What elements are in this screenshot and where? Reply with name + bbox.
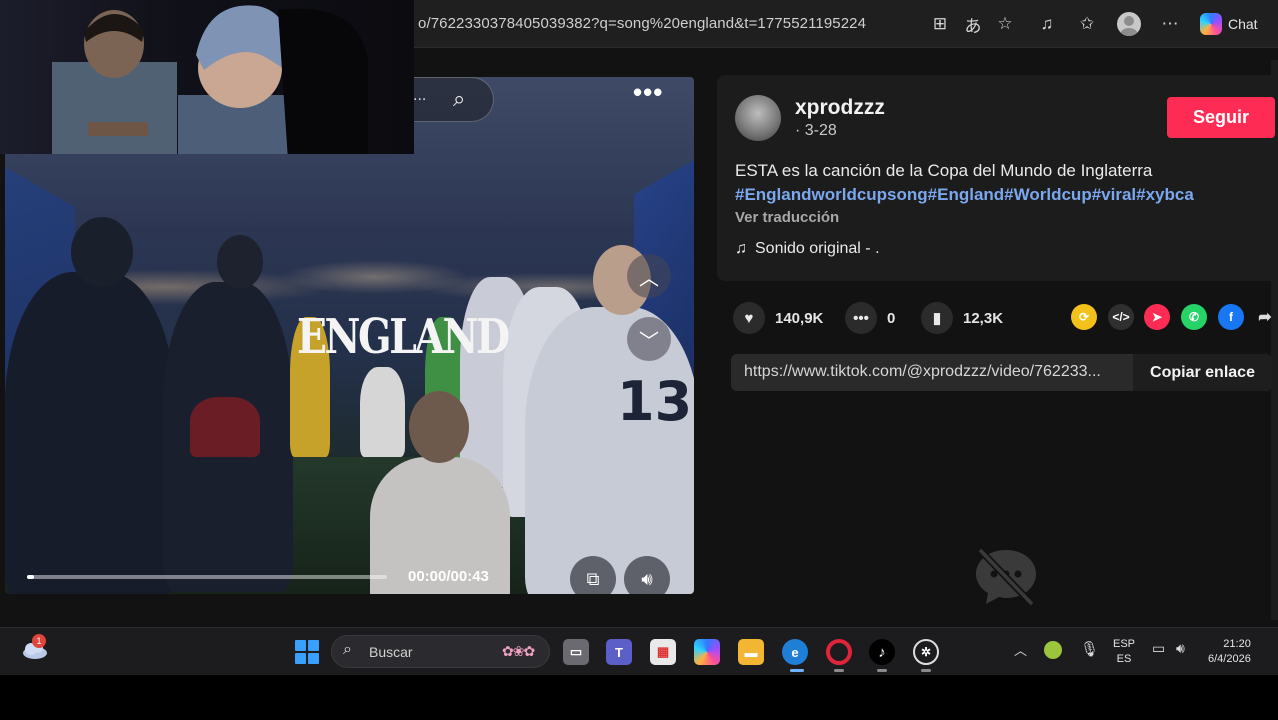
- search-icon[interactable]: ⌕: [453, 86, 465, 112]
- author-name[interactable]: xprodzzz: [795, 96, 885, 120]
- post-date: · 3-28: [795, 122, 837, 139]
- store-icon[interactable]: ▦: [650, 639, 676, 665]
- microphone-icon[interactable]: 🎙︎: [1080, 640, 1099, 658]
- comments-disabled-icon: [976, 547, 1036, 607]
- video-progress-fill: [27, 575, 35, 579]
- start-button[interactable]: [295, 640, 319, 664]
- tiktok-icon[interactable]: ♪: [869, 639, 895, 665]
- volume-icon[interactable]: 🔊︎: [1176, 640, 1185, 657]
- video-player[interactable]: ENGLAND 13 ... ⌕ ••• ︿ ﹀ 00:00/00:43 ⧉ 🔊…: [5, 77, 694, 594]
- screen: o/7622330378405039382?q=song%20england&t…: [0, 0, 1278, 720]
- settings-more-icon[interactable]: ⋯: [1158, 12, 1182, 36]
- music-note-icon: ♫: [735, 240, 747, 257]
- chatgpt-running-indicator: [921, 669, 931, 672]
- taskbar-search-placeholder: Buscar: [369, 644, 413, 660]
- like-count: 140,9K: [775, 309, 824, 327]
- mini-player-button[interactable]: ⧉: [570, 556, 616, 594]
- app-available-icon[interactable]: ⊞: [928, 12, 952, 36]
- keyboard-layout: ES: [1116, 653, 1132, 665]
- more-options-icon[interactable]: •••: [633, 77, 663, 107]
- task-view-icon[interactable]: ▭: [563, 639, 589, 665]
- chevron-up-icon: ︿: [639, 267, 659, 290]
- video-time: 00:00/00:43: [408, 568, 489, 585]
- copilot-chat-button[interactable]: Chat: [1200, 11, 1258, 37]
- file-explorer-icon[interactable]: ▬: [738, 639, 764, 665]
- tray-app-icon[interactable]: [1044, 641, 1062, 659]
- video-progress-bar[interactable]: [27, 575, 387, 579]
- sound-link[interactable]: ♫ Sonido original - .: [735, 240, 880, 258]
- chat-label: Chat: [1228, 16, 1258, 32]
- video-overlay-title: ENGLAND: [297, 309, 510, 365]
- tiktok-running-indicator: [877, 669, 887, 672]
- search-icon: ⌕: [343, 641, 352, 658]
- opera-running-indicator: [834, 669, 844, 672]
- whatsapp-icon[interactable]: ✆: [1181, 304, 1207, 330]
- share-more-arrow-icon[interactable]: ➦: [1252, 304, 1278, 330]
- save-count: 12,3K: [963, 309, 1004, 327]
- sound-name: Sonido original - .: [755, 240, 880, 257]
- chatgpt-icon[interactable]: ✲: [913, 639, 939, 665]
- edge-icon[interactable]: e: [782, 639, 808, 665]
- copilot-icon: [1200, 13, 1222, 35]
- comment-stat[interactable]: ••• 0: [845, 302, 895, 334]
- jersey-number: 13: [617, 370, 693, 433]
- follow-button[interactable]: Seguir: [1167, 97, 1275, 138]
- cherry-blossom-icon: ✿❀✿: [502, 643, 535, 659]
- bookmark-icon: ▮: [921, 302, 953, 334]
- mini-player-icon: ⧉: [586, 568, 600, 589]
- weather-badge: 1: [32, 634, 46, 648]
- search-pill-dots: ...: [413, 87, 427, 104]
- chevron-down-icon: ﹀: [639, 330, 659, 353]
- embed-icon[interactable]: </>: [1108, 304, 1134, 330]
- opera-icon[interactable]: [826, 639, 852, 665]
- post-hashtags[interactable]: #Englandworldcupsong#England#Worldcup#vi…: [735, 185, 1194, 205]
- like-stat[interactable]: ♥ 140,9K: [733, 302, 823, 334]
- network-icon[interactable]: ▭: [1152, 640, 1165, 657]
- repost-icon[interactable]: ⟳: [1071, 304, 1097, 330]
- save-stat[interactable]: ▮ 12,3K: [921, 302, 1003, 334]
- post-description: ESTA es la canción de la Copa del Mundo …: [735, 161, 1153, 180]
- next-video-button[interactable]: ﹀: [627, 317, 671, 361]
- teams-icon[interactable]: T: [606, 639, 632, 665]
- language-indicator[interactable]: ESP ES: [1113, 637, 1135, 667]
- see-translation-link[interactable]: Ver traducción: [735, 209, 839, 226]
- clock-time: 21:20: [1223, 638, 1251, 650]
- volume-button[interactable]: 🔊︎: [624, 556, 670, 594]
- author-avatar[interactable]: [735, 95, 781, 141]
- previous-video-button[interactable]: ︿: [627, 254, 671, 298]
- send-icon[interactable]: ➤: [1144, 304, 1170, 330]
- comment-count: 0: [887, 309, 896, 327]
- translate-icon[interactable]: あ: [961, 12, 985, 36]
- heart-icon: ♥: [733, 302, 765, 334]
- screen-bottom-border: [0, 675, 1278, 720]
- edge-active-indicator: [790, 669, 804, 672]
- copilot-app-icon[interactable]: [694, 639, 720, 665]
- system-clock[interactable]: 21:20 6/4/2026: [1208, 637, 1251, 667]
- clock-date: 6/4/2026: [1208, 653, 1251, 665]
- profile-avatar[interactable]: [1117, 12, 1141, 36]
- webcam-person-left: [52, 10, 177, 154]
- speaker-icon: 🔊︎: [641, 568, 653, 589]
- taskbar-search[interactable]: ⌕ Buscar ✿❀✿: [331, 635, 550, 668]
- address-url[interactable]: o/7622330378405039382?q=song%20england&t…: [418, 15, 866, 32]
- language-code: ESP: [1113, 638, 1136, 650]
- show-hidden-icons-chevron-icon[interactable]: ︿: [1014, 640, 1027, 659]
- windows-logo-icon: [295, 640, 306, 651]
- facebook-icon[interactable]: f: [1218, 304, 1244, 330]
- favorite-star-icon[interactable]: ☆: [993, 12, 1017, 36]
- copy-link-button[interactable]: Copiar enlace: [1133, 354, 1272, 391]
- favorites-list-icon[interactable]: ✩: [1075, 12, 1099, 36]
- media-control-icon[interactable]: ♫: [1035, 12, 1059, 36]
- webcam-person-right: [178, 5, 368, 154]
- comment-bubble-icon: •••: [845, 302, 877, 334]
- webcam-overlay: [0, 0, 414, 154]
- share-link-url[interactable]: https://www.tiktok.com/@xprodzzz/video/7…: [744, 363, 1101, 381]
